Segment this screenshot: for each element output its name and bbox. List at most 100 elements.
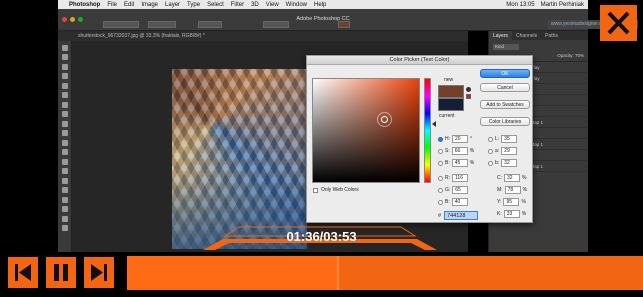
hue-input[interactable]: 20 (452, 135, 468, 143)
lab-b-row: b: 32 (488, 159, 518, 167)
tab-layers[interactable]: Layers (489, 31, 513, 40)
add-to-swatches-button[interactable]: Add to Swatches (480, 100, 530, 109)
only-web-colors-option[interactable]: Only Web Colors (313, 187, 359, 193)
layer-filter-select[interactable]: Kind (493, 44, 519, 50)
skip-forward-button[interactable] (84, 257, 114, 288)
hue-slider-arrow-icon[interactable] (432, 121, 436, 127)
menu-help[interactable]: Help (314, 2, 326, 8)
blue-row: B: 40 (438, 198, 468, 206)
shape-tool-icon[interactable] (61, 206, 68, 212)
cancel-button[interactable]: Cancel (480, 83, 530, 92)
eyedropper-tool-icon[interactable] (61, 92, 68, 98)
lab-b-input[interactable]: 32 (501, 159, 518, 167)
color-libraries-button[interactable]: Color Libraries (480, 117, 530, 126)
lab-b-radio[interactable] (488, 160, 493, 166)
red-input[interactable]: 116 (452, 174, 468, 182)
saturation-radio[interactable] (438, 148, 443, 154)
font-style-select[interactable] (148, 21, 176, 28)
brightness-unit: % (469, 160, 475, 166)
dodge-tool-icon[interactable] (61, 168, 68, 174)
text-color-swatch[interactable] (338, 21, 350, 28)
cyan-input[interactable]: 32 (504, 174, 520, 182)
blue-radio[interactable] (438, 199, 443, 205)
lab-l-radio[interactable] (488, 136, 493, 142)
pause-button[interactable] (46, 257, 76, 288)
antialias-select[interactable] (263, 21, 289, 28)
menu-select[interactable]: Select (207, 2, 224, 8)
cyan-unit: % (522, 175, 527, 181)
skip-back-button[interactable] (8, 257, 38, 288)
menu-edit[interactable]: Edit (124, 2, 134, 8)
menu-layer[interactable]: Layer (165, 2, 180, 8)
progress-fill[interactable] (127, 256, 339, 290)
close-button[interactable] (600, 5, 637, 41)
menu-view[interactable]: View (266, 2, 279, 8)
current-color-swatch[interactable] (438, 98, 464, 111)
lab-a-label: a: (495, 148, 500, 154)
hex-input[interactable]: 744128 (444, 211, 479, 220)
stamp-tool-icon[interactable] (61, 120, 68, 127)
hand-tool-icon[interactable] (61, 215, 68, 222)
color-cursor[interactable] (381, 116, 388, 123)
zoom-tool-icon[interactable] (61, 225, 68, 231)
hue-slider[interactable] (424, 78, 431, 183)
ok-button[interactable]: OK (480, 69, 530, 78)
color-field[interactable] (312, 78, 420, 183)
hue-radio[interactable] (438, 136, 443, 142)
only-web-colors-checkbox[interactable] (313, 187, 318, 193)
lab-l-input[interactable]: 35 (501, 135, 518, 143)
path-select-tool-icon[interactable] (61, 196, 68, 203)
marquee-tool-icon[interactable] (61, 54, 68, 60)
tab-paths[interactable]: Paths (541, 31, 562, 40)
red-radio[interactable] (438, 175, 443, 181)
yellow-input[interactable]: 95 (503, 198, 520, 206)
type-tool-icon[interactable] (61, 187, 68, 193)
menu-3d[interactable]: 3D (251, 2, 259, 8)
move-tool-icon[interactable] (61, 44, 68, 51)
saturation-unit: % (469, 148, 475, 154)
gradient-tool-icon[interactable] (61, 149, 68, 155)
history-brush-tool-icon[interactable] (61, 130, 68, 136)
lab-a-radio[interactable] (488, 148, 493, 154)
menu-filter[interactable]: Filter (231, 2, 244, 8)
lab-a-row: a: 29 (488, 147, 518, 155)
brightness-radio[interactable] (438, 160, 443, 166)
color-picker-dialog: Color Picker (Text Color) new current OK… (306, 55, 533, 223)
menubar-user[interactable]: Martin Perhiniak (541, 2, 584, 8)
menu-type[interactable]: Type (187, 2, 200, 8)
gamut-warning-icon[interactable] (466, 87, 471, 92)
lab-a-input[interactable]: 29 (501, 147, 518, 155)
font-family-select[interactable] (103, 21, 139, 28)
progress-bar[interactable] (127, 256, 643, 290)
tab-channels[interactable]: Channels (512, 31, 541, 40)
green-radio[interactable] (438, 187, 443, 193)
lasso-tool-icon[interactable] (61, 63, 68, 70)
black-input[interactable]: 33 (503, 210, 520, 218)
blur-tool-icon[interactable] (61, 158, 68, 165)
font-size-select[interactable] (198, 21, 222, 28)
menu-file[interactable]: File (107, 2, 117, 8)
menu-window[interactable]: Window (286, 2, 307, 8)
brightness-input[interactable]: 45 (451, 159, 468, 167)
menu-image[interactable]: Image (141, 2, 158, 8)
blue-label: B: (445, 199, 450, 205)
healing-tool-icon[interactable] (61, 101, 68, 108)
blue-input[interactable]: 40 (451, 198, 468, 206)
eraser-tool-icon[interactable] (61, 139, 68, 146)
magenta-unit: % (522, 187, 528, 193)
green-input[interactable]: 65 (452, 186, 469, 194)
brush-tool-icon[interactable] (61, 111, 68, 117)
new-color-label: new (444, 77, 454, 83)
crop-tool-icon[interactable] (61, 82, 68, 89)
saturation-input[interactable]: 66 (451, 147, 468, 155)
cyan-label: C: (497, 175, 502, 181)
magenta-input[interactable]: 78 (504, 186, 521, 194)
artwork-image[interactable] (172, 69, 307, 249)
magic-wand-tool-icon[interactable] (61, 73, 68, 79)
brightness-label: B: (445, 160, 450, 166)
menu-photoshop[interactable]: Photoshop (69, 2, 100, 8)
web-safe-icon[interactable] (466, 94, 471, 99)
pen-tool-icon[interactable] (61, 177, 68, 184)
opacity-field[interactable]: Opacity: 70% (557, 53, 584, 58)
document-tab[interactable]: shutterstock_96732037.jpg @ 33.3% (frakt… (58, 31, 468, 41)
